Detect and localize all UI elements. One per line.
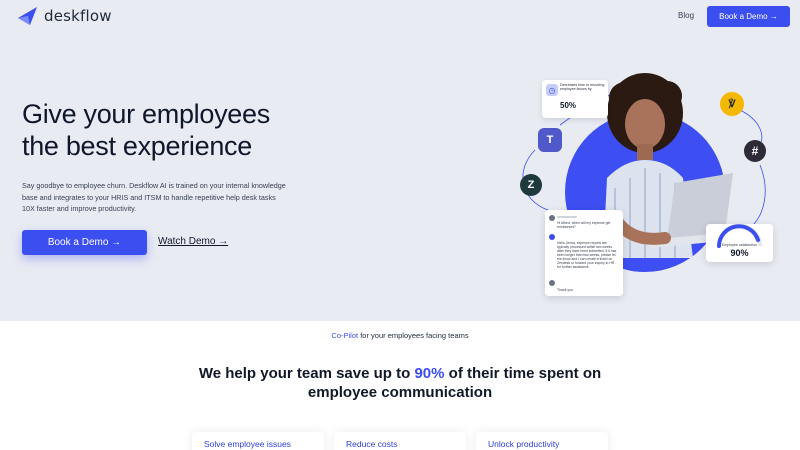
- teams-icon: T: [538, 128, 562, 152]
- satisfaction-card: Employee satisfaction 90%: [706, 224, 773, 262]
- headline-accent: 90%: [414, 365, 445, 382]
- hero-illustration: ◷ Decreases time to resolving employee i…: [0, 0, 800, 321]
- section-headline: We help your team save up to 90% of thei…: [190, 364, 610, 402]
- feature-card-solve-issues[interactable]: Solve employee issues: [192, 432, 324, 450]
- chat-preview-card: Hi Alfred, when will my expense get reim…: [545, 210, 623, 296]
- zendesk-icon: Z: [520, 174, 542, 196]
- chat-message-thanks: Thank you: [557, 288, 573, 292]
- feature-label: Solve employee issues: [204, 439, 291, 449]
- feature-label: Unlock productivity: [488, 439, 560, 449]
- time-saved-card: ◷ Decreases time to resolving employee i…: [542, 80, 608, 118]
- eyebrow-text: for your employees facing teams: [358, 331, 469, 340]
- clock-icon: ◷: [546, 84, 558, 96]
- time-saved-value: 50%: [560, 101, 577, 110]
- bot-avatar: [549, 234, 555, 240]
- time-saved-label: Decreases time to resolving employee iss…: [560, 83, 605, 92]
- chat-message-bot: Hello Jenna, expense reports are typical…: [557, 241, 617, 269]
- chat-meta: [557, 216, 577, 218]
- headline-pre: We help your team save up to: [198, 365, 415, 382]
- feature-card-reduce-costs[interactable]: Reduce costs: [334, 432, 466, 450]
- slack-icon: #: [744, 140, 766, 162]
- copilot-label: Co-Pilot: [331, 331, 359, 340]
- feature-label: Reduce costs: [346, 439, 398, 449]
- avatar: [549, 280, 555, 286]
- feature-card-productivity[interactable]: Unlock productivity: [476, 432, 608, 450]
- section-eyebrow: Co-Pilot for your employees facing teams: [0, 331, 800, 340]
- satisfaction-value: 90%: [730, 248, 749, 258]
- avatar: [549, 215, 555, 221]
- ops-icon: ℣: [720, 92, 744, 116]
- satisfaction-label: Employee satisfaction: [722, 243, 757, 247]
- chat-message-user: Hi Alfred, when will my expense get reim…: [557, 221, 611, 229]
